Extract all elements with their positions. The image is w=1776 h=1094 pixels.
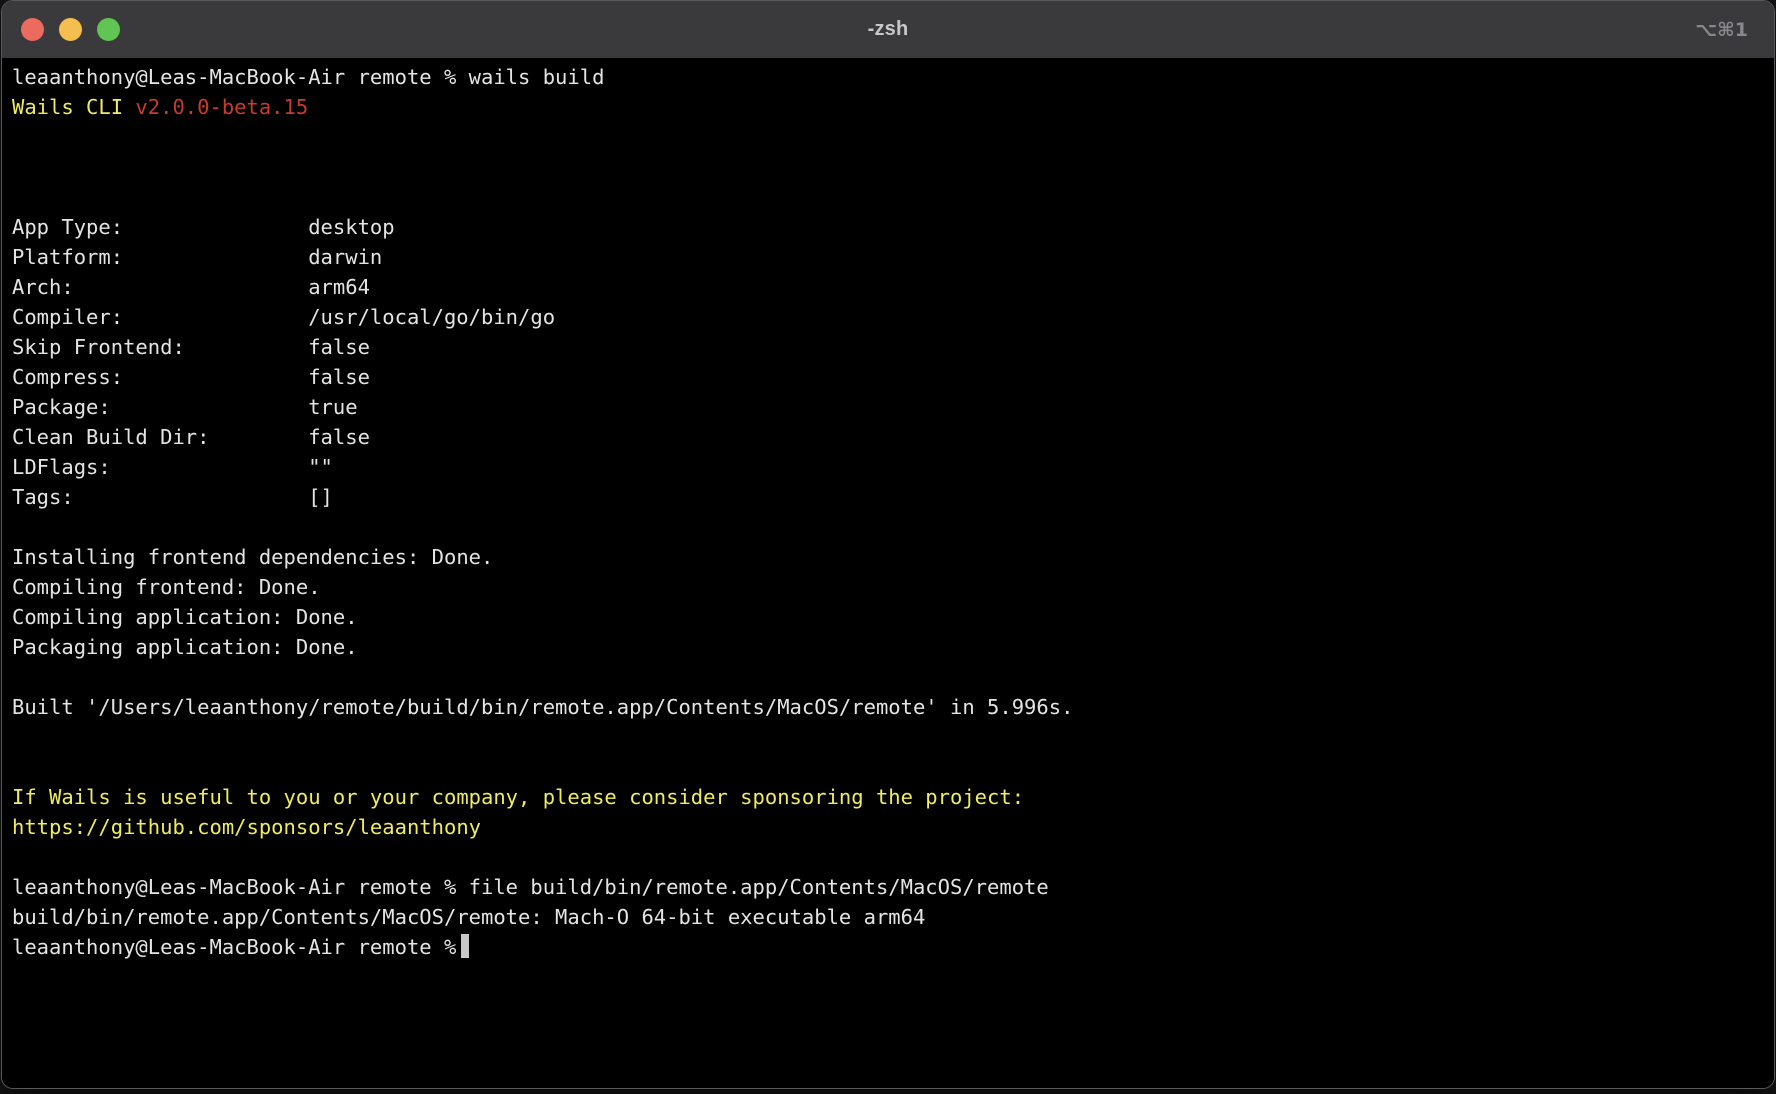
terminal-text: build/bin/remote.app/Contents/MacOS/remo… (12, 905, 925, 929)
window-shortcut-badge: ⌥⌘1 (1695, 19, 1748, 41)
terminal-line: If Wails is useful to you or your compan… (12, 782, 1764, 812)
window-title: -zsh (2, 18, 1774, 41)
terminal-line: Installing frontend dependencies: Done. (12, 542, 1764, 572)
config-value: true (308, 395, 357, 419)
terminal-line: Clean Build Dir:false (12, 422, 1764, 452)
terminal-text: Packaging application: Done. (12, 635, 358, 659)
terminal-line: build/bin/remote.app/Contents/MacOS/remo… (12, 902, 1764, 932)
terminal-line (12, 842, 1764, 872)
config-value: false (308, 335, 370, 359)
config-value: arm64 (308, 275, 370, 299)
config-label: Skip Frontend: (12, 332, 308, 362)
terminal-line: Compiling frontend: Done. (12, 572, 1764, 602)
terminal-line: leaanthony@Leas-MacBook-Air remote % wai… (12, 62, 1764, 92)
terminal-line (12, 662, 1764, 692)
config-label: Arch: (12, 272, 308, 302)
terminal-line: Platform:darwin (12, 242, 1764, 272)
terminal-line: leaanthony@Leas-MacBook-Air remote % (12, 932, 1764, 962)
terminal-text: v2.0.0-beta.15 (135, 95, 308, 119)
config-value: darwin (308, 245, 382, 269)
terminal-line: https://github.com/sponsors/leaanthony (12, 812, 1764, 842)
terminal-line (12, 722, 1764, 752)
terminal-line: LDFlags:"" (12, 452, 1764, 482)
terminal-text: Wails CLI (12, 95, 135, 119)
terminal-output[interactable]: leaanthony@Leas-MacBook-Air remote % wai… (2, 59, 1774, 1088)
terminal-text: leaanthony@Leas-MacBook-Air remote % (12, 935, 456, 959)
terminal-line: Packaging application: Done. (12, 632, 1764, 662)
terminal-line: Compress:false (12, 362, 1764, 392)
config-label: Compress: (12, 362, 308, 392)
terminal-line: Compiling application: Done. (12, 602, 1764, 632)
terminal-text: Built '/Users/leaanthony/remote/build/bi… (12, 695, 1073, 719)
terminal-line: App Type:desktop (12, 212, 1764, 242)
config-label: Platform: (12, 242, 308, 272)
terminal-line: Compiler:/usr/local/go/bin/go (12, 302, 1764, 332)
terminal-line: Built '/Users/leaanthony/remote/build/bi… (12, 692, 1764, 722)
config-label: Package: (12, 392, 308, 422)
config-value: false (308, 425, 370, 449)
config-value: [] (308, 485, 333, 509)
terminal-text: Compiling frontend: Done. (12, 575, 321, 599)
terminal-line (12, 152, 1764, 182)
terminal-cursor (461, 934, 469, 958)
terminal-text: Installing frontend dependencies: Done. (12, 545, 493, 569)
config-value: desktop (308, 215, 394, 239)
window-titlebar[interactable]: -zsh ⌥⌘1 (2, 1, 1774, 59)
terminal-line (12, 752, 1764, 782)
config-label: Clean Build Dir: (12, 422, 308, 452)
config-label: App Type: (12, 212, 308, 242)
config-value: /usr/local/go/bin/go (308, 305, 555, 329)
config-label: LDFlags: (12, 452, 308, 482)
terminal-line: leaanthony@Leas-MacBook-Air remote % fil… (12, 872, 1764, 902)
terminal-text: If Wails is useful to you or your compan… (12, 785, 1024, 809)
config-value: "" (308, 455, 333, 479)
terminal-line (12, 512, 1764, 542)
terminal-line: Tags:[] (12, 482, 1764, 512)
config-label: Compiler: (12, 302, 308, 332)
terminal-line: Skip Frontend:false (12, 332, 1764, 362)
config-label: Tags: (12, 482, 308, 512)
terminal-window: -zsh ⌥⌘1 leaanthony@Leas-MacBook-Air rem… (1, 0, 1775, 1089)
terminal-text: leaanthony@Leas-MacBook-Air remote % fil… (12, 875, 1049, 899)
terminal-text: Compiling application: Done. (12, 605, 358, 629)
terminal-line (12, 122, 1764, 152)
config-value: false (308, 365, 370, 389)
terminal-line: Package:true (12, 392, 1764, 422)
terminal-line: Arch:arm64 (12, 272, 1764, 302)
terminal-text: https://github.com/sponsors/leaanthony (12, 815, 481, 839)
terminal-line (12, 182, 1764, 212)
terminal-line: Wails CLI v2.0.0-beta.15 (12, 92, 1764, 122)
terminal-text: leaanthony@Leas-MacBook-Air remote % wai… (12, 65, 604, 89)
desktop-background: -zsh ⌥⌘1 leaanthony@Leas-MacBook-Air rem… (0, 0, 1776, 1094)
